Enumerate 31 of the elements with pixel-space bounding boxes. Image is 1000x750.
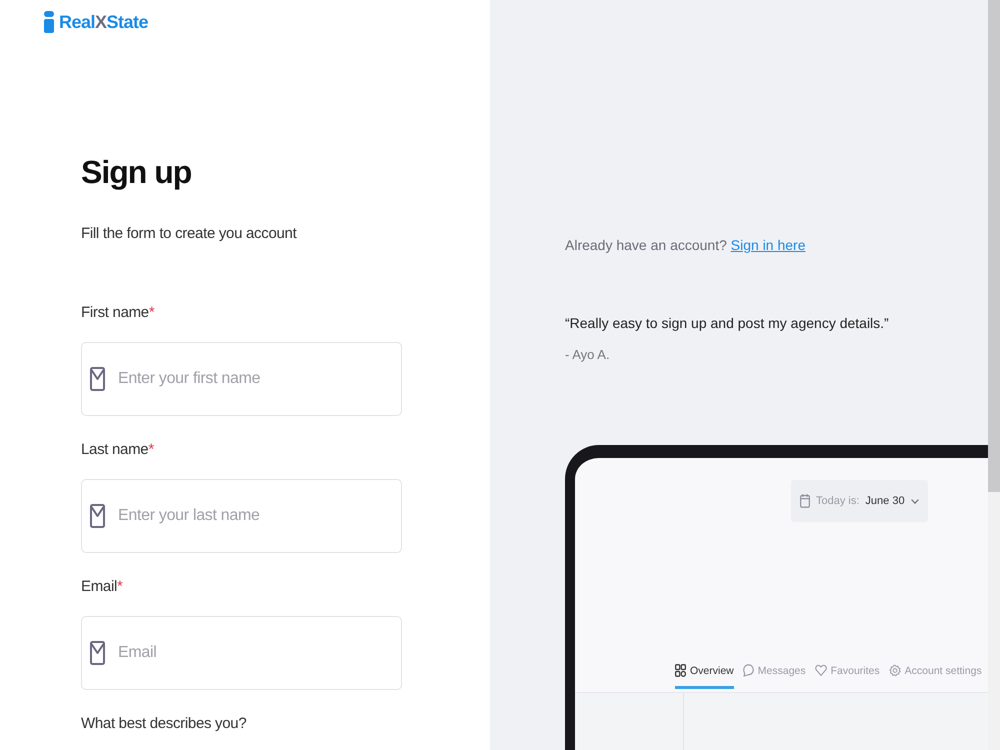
field-label: Email* xyxy=(81,577,123,597)
subtitle: Fill the form to create you account xyxy=(81,224,296,244)
testimonial-quote: “Really easy to sign up and post my agency details.” xyxy=(565,314,889,333)
signin-link[interactable]: Sign in here xyxy=(730,237,806,253)
envelope-icon xyxy=(90,641,105,665)
scrollbar-track[interactable] xyxy=(988,0,1000,750)
heart-icon xyxy=(814,664,827,677)
date-picker[interactable]: Today is: June 30 xyxy=(791,480,928,522)
nav-tab[interactable]: Account settings xyxy=(888,664,982,689)
nav-tab[interactable]: Messages xyxy=(742,664,806,689)
logo-icon xyxy=(44,11,54,33)
chat-bubble-icon xyxy=(742,664,754,677)
gear-icon xyxy=(888,664,901,677)
field-label: Last name* xyxy=(81,440,154,460)
scrollbar-thumb[interactable] xyxy=(988,0,1000,492)
input-field[interactable]: Enter your first name xyxy=(81,342,402,416)
chevron-down-icon xyxy=(910,498,919,504)
signin-prompt: Already have an account? Sign in here xyxy=(565,236,806,255)
field-label: First name* xyxy=(81,303,154,323)
question-label: What best describes you? xyxy=(81,714,246,734)
envelope-icon xyxy=(90,367,105,391)
calendar-icon xyxy=(800,494,810,508)
logo-wordmark: RealXState xyxy=(59,11,148,34)
testimonial-author: - Ayo A. xyxy=(565,346,610,364)
page-title: Sign up xyxy=(81,153,192,192)
nav-tab[interactable]: Favourites xyxy=(814,664,880,689)
input-field[interactable]: Email xyxy=(81,616,402,690)
nav-tab[interactable]: Overview xyxy=(675,664,734,689)
grid-icon xyxy=(675,664,686,677)
envelope-icon xyxy=(90,504,105,528)
input-field[interactable]: Enter your last name xyxy=(81,479,402,553)
